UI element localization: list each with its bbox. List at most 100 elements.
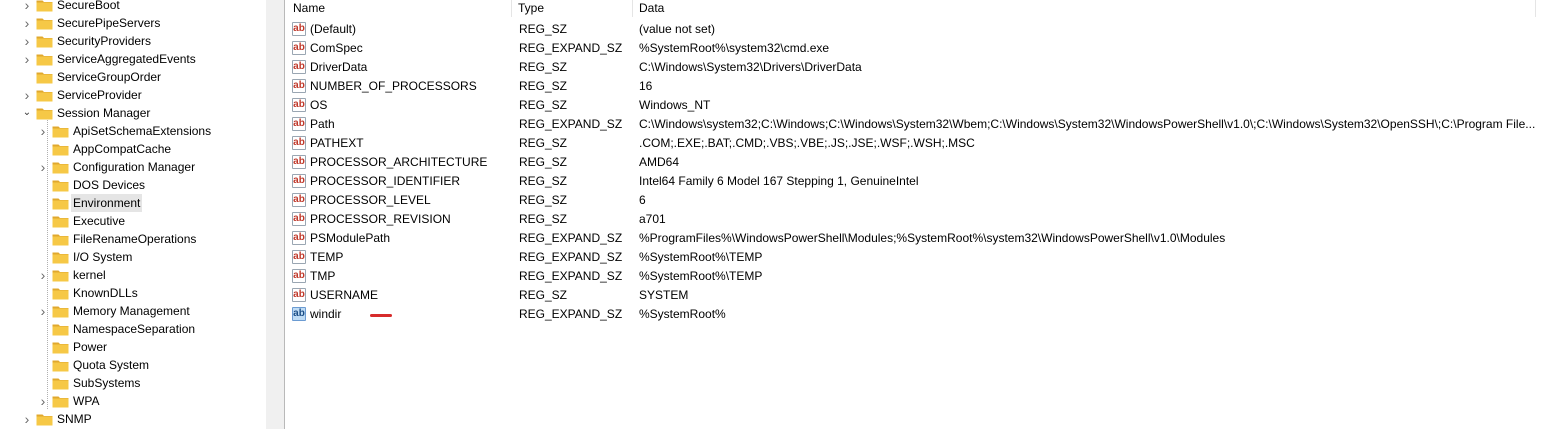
folder-icon: [52, 377, 69, 390]
chevron-right-icon[interactable]: ›: [38, 158, 48, 176]
tree-item[interactable]: › SecurePipeServers: [0, 14, 266, 32]
value-data: Intel64 Family 6 Model 167 Stepping 1, G…: [639, 174, 919, 188]
chevron-down-icon[interactable]: ⌄: [22, 104, 32, 122]
value-row[interactable]: ab PSModulePath REG_EXPAND_SZ %ProgramFiles…: [285, 229, 1562, 248]
tree-item[interactable]: Quota System: [0, 356, 266, 374]
tree-item[interactable]: ServiceGroupOrder: [0, 68, 266, 86]
chevron-right-icon[interactable]: ›: [22, 50, 32, 68]
value-name: (Default): [310, 22, 357, 36]
tree-item[interactable]: › SecureBoot: [0, 0, 266, 14]
registry-values-list[interactable]: Name Type Data ab (Default) REG_SZ (value n…: [285, 0, 1562, 429]
column-header-type[interactable]: Type: [514, 0, 632, 17]
tree-item[interactable]: › ServiceProvider: [0, 86, 266, 104]
string-value-icon: ab: [292, 60, 306, 74]
column-divider[interactable]: [632, 0, 633, 17]
value-row[interactable]: ab USERNAME REG_SZ SYSTEM: [285, 286, 1562, 305]
value-row[interactable]: ab ComSpec REG_EXPAND_SZ %SystemRoot%\syste…: [285, 39, 1562, 58]
tree-item[interactable]: › SecurityProviders: [0, 32, 266, 50]
value-name: PATHEXT: [310, 136, 364, 150]
string-value-icon: ab: [292, 193, 306, 207]
chevron-right-icon[interactable]: ›: [22, 14, 32, 32]
value-row[interactable]: ab PROCESSOR_IDENTIFIER REG_SZ Intel64 Fami…: [285, 172, 1562, 191]
value-row[interactable]: ab windir REG_EXPAND_SZ %SystemRoot%: [285, 305, 1562, 324]
tree-item[interactable]: Environment: [0, 194, 266, 212]
column-divider[interactable]: [511, 0, 512, 17]
value-type: REG_EXPAND_SZ: [519, 250, 623, 264]
folder-icon: [52, 323, 69, 336]
chevron-right-icon[interactable]: ›: [38, 392, 48, 410]
tree-item[interactable]: › SNMP: [0, 410, 266, 428]
chevron-right-icon[interactable]: ›: [22, 32, 32, 50]
tree-item[interactable]: › Memory Management: [0, 302, 266, 320]
value-data: (value not set): [639, 22, 716, 36]
tree-item-label: I/O System: [73, 250, 133, 264]
value-name: DriverData: [310, 60, 368, 74]
value-row[interactable]: ab DriverData REG_SZ C:\Windows\System32\Dr…: [285, 58, 1562, 77]
value-name: USERNAME: [310, 288, 379, 302]
tree-item[interactable]: KnownDLLs: [0, 284, 266, 302]
registry-key-tree[interactable]: › SecureBoot › SecurePipeServers › SecurityPr…: [0, 0, 266, 429]
folder-icon: [36, 89, 53, 102]
value-type: REG_SZ: [519, 174, 568, 188]
folder-icon: [52, 233, 69, 246]
value-data: %SystemRoot%: [639, 307, 726, 321]
value-type: REG_SZ: [519, 193, 568, 207]
tree-item[interactable]: › ApiSetSchemaExtensions: [0, 122, 266, 140]
tree-item[interactable]: Power: [0, 338, 266, 356]
tree-item[interactable]: FileRenameOperations: [0, 230, 266, 248]
value-type: REG_SZ: [519, 22, 568, 36]
value-row[interactable]: ab TMP REG_EXPAND_SZ %SystemRoot%\TEMP: [285, 267, 1562, 286]
tree-item[interactable]: › Configuration Manager: [0, 158, 266, 176]
column-divider[interactable]: [1535, 0, 1536, 17]
string-value-icon: ab: [292, 136, 306, 150]
value-row[interactable]: ab OS REG_SZ Windows_NT: [285, 96, 1562, 115]
tree-item[interactable]: › WPA: [0, 392, 266, 410]
tree-item[interactable]: NamespaceSeparation: [0, 320, 266, 338]
chevron-right-icon[interactable]: ›: [38, 266, 48, 284]
tree-item[interactable]: Executive: [0, 212, 266, 230]
tree-item-label: AppCompatCache: [73, 142, 172, 156]
value-row[interactable]: ab (Default) REG_SZ (value not set): [285, 20, 1562, 39]
value-name: PROCESSOR_IDENTIFIER: [310, 174, 461, 188]
tree-item-label: SecureBoot: [57, 0, 120, 12]
value-row[interactable]: ab PROCESSOR_LEVEL REG_SZ 6: [285, 191, 1562, 210]
tree-item[interactable]: I/O System: [0, 248, 266, 266]
chevron-right-icon[interactable]: ›: [22, 410, 32, 428]
folder-icon: [36, 107, 53, 120]
column-header-name[interactable]: Name: [289, 0, 515, 17]
tree-item[interactable]: › kernel: [0, 266, 266, 284]
tree-item[interactable]: AppCompatCache: [0, 140, 266, 158]
tree-item-label: Memory Management: [73, 304, 190, 318]
column-header-data[interactable]: Data: [635, 0, 1535, 17]
tree-item[interactable]: DOS Devices: [0, 176, 266, 194]
chevron-right-icon[interactable]: ›: [38, 302, 48, 320]
chevron-right-icon[interactable]: ›: [38, 122, 48, 140]
value-type: REG_EXPAND_SZ: [519, 41, 623, 55]
string-value-icon: ab: [292, 307, 306, 321]
tree-item-label: Configuration Manager: [73, 160, 196, 174]
value-row[interactable]: ab Path REG_EXPAND_SZ C:\Windows\system32;C…: [285, 115, 1562, 134]
value-row[interactable]: ab PROCESSOR_REVISION REG_SZ a701: [285, 210, 1562, 229]
string-value-icon: ab: [292, 212, 306, 226]
value-data: 16: [639, 79, 653, 93]
value-row[interactable]: ab TEMP REG_EXPAND_SZ %SystemRoot%\TEMP: [285, 248, 1562, 267]
chevron-right-icon[interactable]: ›: [22, 0, 32, 14]
chevron-right-icon[interactable]: ›: [22, 86, 32, 104]
value-row[interactable]: ab PATHEXT REG_SZ .COM;.EXE;.BAT;.CMD;.VBS;…: [285, 134, 1562, 153]
folder-icon: [52, 143, 69, 156]
folder-icon: [52, 197, 69, 210]
value-data: C:\Windows\System32\Drivers\DriverData: [639, 60, 862, 74]
pane-splitter[interactable]: [266, 0, 285, 429]
tree-item[interactable]: SubSystems: [0, 374, 266, 392]
value-row[interactable]: ab NUMBER_OF_PROCESSORS REG_SZ 16: [285, 77, 1562, 96]
red-annotation-mark: [370, 314, 392, 317]
tree-item-label: SecurityProviders: [57, 34, 152, 48]
tree-item[interactable]: › ServiceAggregatedEvents: [0, 50, 266, 68]
value-name: TEMP: [310, 250, 344, 264]
string-value-icon: ab: [292, 269, 306, 283]
value-row[interactable]: ab PROCESSOR_ARCHITECTURE REG_SZ AMD64: [285, 153, 1562, 172]
value-name: OS: [310, 98, 328, 112]
folder-icon: [52, 341, 69, 354]
value-name: PROCESSOR_REVISION: [310, 212, 451, 226]
tree-item[interactable]: ⌄ Session Manager: [0, 104, 266, 122]
